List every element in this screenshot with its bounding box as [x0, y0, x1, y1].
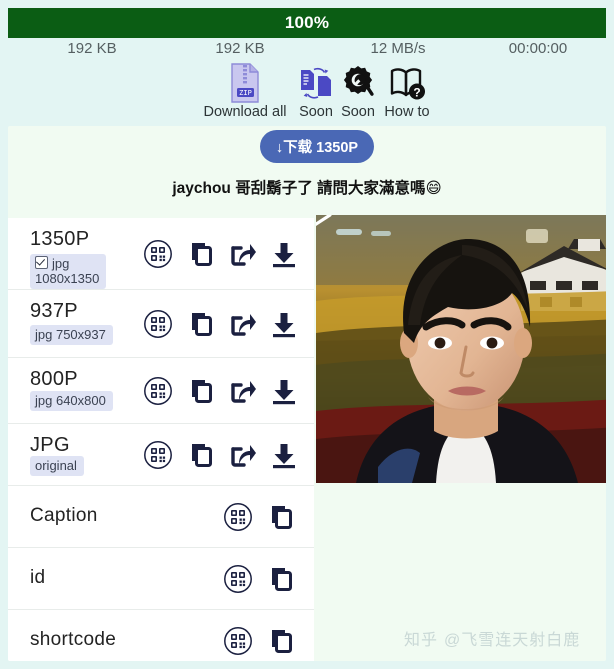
download-all-label: Download all: [203, 104, 287, 120]
stat-elapsed-time: 00:00:00: [508, 40, 568, 57]
asset-row-shortcode[interactable]: shortcode: [8, 610, 314, 661]
copy-icon[interactable]: [263, 624, 297, 658]
asset-title: JPG: [30, 434, 70, 456]
asset-row-id[interactable]: id: [8, 548, 314, 610]
svg-text:ZIP: ZIP: [239, 89, 252, 97]
share-icon[interactable]: [225, 237, 259, 271]
qr-code-icon[interactable]: [141, 307, 175, 341]
copy-icon[interactable]: [183, 237, 217, 271]
copy-icon[interactable]: [263, 500, 297, 534]
progress-percent-label: 100%: [284, 13, 330, 32]
qr-code-icon[interactable]: [221, 562, 255, 596]
stat-downloaded-size: 192 KB: [67, 40, 117, 57]
asset-title: 800P: [30, 368, 78, 390]
download-icon[interactable]: [267, 438, 301, 472]
qr-code-icon[interactable]: [221, 624, 255, 658]
download-progress-bar: 100%: [8, 8, 606, 38]
asset-dimensions-label: 1080x1350: [35, 271, 100, 286]
book-question-icon: ?: [374, 62, 440, 104]
tool-bar: ZIP Download all Soon Soon ? How to: [8, 62, 606, 124]
stat-speed: 12 MB/s: [370, 40, 426, 57]
asset-row-937p[interactable]: 937P jpg 750x937: [8, 290, 314, 358]
download-icon[interactable]: [267, 307, 301, 341]
copy-icon[interactable]: [183, 307, 217, 341]
asset-actions: [141, 290, 301, 357]
asset-title: id: [30, 567, 46, 588]
download-icon[interactable]: [267, 237, 301, 271]
asset-format-badge[interactable]: original: [30, 456, 84, 476]
qr-code-icon[interactable]: [141, 374, 175, 408]
asset-title: shortcode: [30, 629, 117, 650]
asset-format-label: jpg: [52, 256, 70, 271]
copy-icon[interactable]: [263, 562, 297, 596]
post-caption: jaychou 哥刮鬍子了 請問大家滿意嗎😄: [172, 180, 442, 197]
zip-file-icon: ZIP: [186, 62, 304, 104]
asset-actions: [141, 218, 301, 289]
qr-code-icon[interactable]: [141, 237, 175, 271]
asset-actions: [221, 486, 297, 547]
video-thumbnail[interactable]: [316, 215, 606, 483]
asset-checkbox[interactable]: [35, 256, 48, 269]
how-to-tool[interactable]: ? How to: [374, 62, 440, 120]
how-to-label: How to: [384, 104, 430, 120]
asset-row-jpg[interactable]: JPG original: [8, 424, 314, 486]
asset-format-badge[interactable]: jpg 640x800: [30, 391, 113, 411]
asset-actions: [141, 424, 301, 485]
share-icon[interactable]: [225, 374, 259, 408]
asset-actions: [141, 358, 301, 423]
asset-actions: [221, 548, 297, 609]
share-icon[interactable]: [225, 307, 259, 341]
transfer-stats: 192 KB 192 KB 12 MB/s 00:00:00: [8, 40, 606, 62]
copy-icon[interactable]: [183, 438, 217, 472]
qr-code-icon[interactable]: [141, 438, 175, 472]
download-all-tool[interactable]: ZIP Download all: [186, 62, 304, 120]
app-root: 100% 192 KB 192 KB 12 MB/s 00:00:00 ZIP …: [0, 0, 614, 669]
result-card: ↓下载 1350P jaychou 哥刮鬍子了 請問大家滿意嗎😄 1350P j…: [8, 126, 606, 661]
qr-code-icon[interactable]: [221, 500, 255, 534]
play-triangle-icon[interactable]: [316, 215, 339, 238]
asset-list: 1350P jpg 1080x1350 937P jpg 750x937 800…: [8, 218, 314, 661]
copy-icon[interactable]: [183, 374, 217, 408]
asset-row-1350p[interactable]: 1350P jpg 1080x1350: [8, 218, 314, 290]
download-icon[interactable]: [267, 374, 301, 408]
asset-format-badge[interactable]: jpg 750x937: [30, 325, 113, 345]
asset-actions: [221, 610, 297, 661]
watermark-handle: @飞雪连天射白鹿: [444, 632, 581, 649]
asset-row-caption[interactable]: Caption: [8, 486, 314, 548]
share-icon[interactable]: [225, 438, 259, 472]
stat-total-size: 192 KB: [215, 40, 265, 57]
asset-format-badge[interactable]: jpg 1080x1350: [30, 254, 107, 289]
svg-text:?: ?: [413, 86, 420, 100]
asset-row-800p[interactable]: 800P jpg 640x800: [8, 358, 314, 424]
asset-title: 1350P: [30, 228, 90, 250]
watermark: 知乎 @飞雪连天射白鹿: [404, 626, 580, 650]
asset-title: Caption: [30, 505, 98, 526]
watermark-logo: 知乎: [404, 632, 439, 649]
download-primary-button[interactable]: ↓下载 1350P: [260, 130, 374, 163]
asset-title: 937P: [30, 300, 78, 322]
